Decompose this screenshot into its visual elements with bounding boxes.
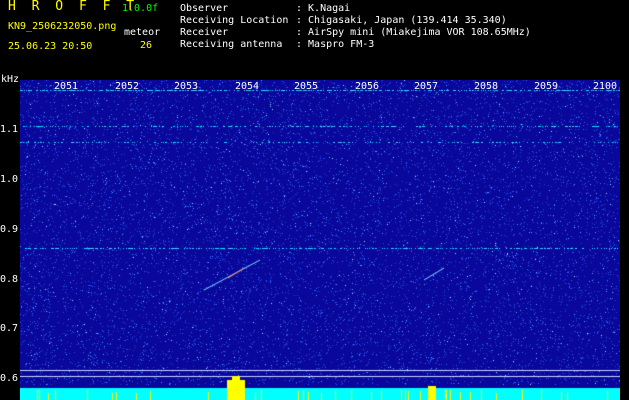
info-label-receiver: Receiver [180,27,229,38]
y-tick-label: 0.9 [0,224,19,235]
info-value-observer: : K.Nagai [296,3,351,14]
spectrogram [20,80,620,400]
file-name: KN9_2506232050.png [8,21,117,32]
x-tick-label: 2058 [474,81,499,92]
x-tick-label: 2051 [54,81,79,92]
info-value-location: : Chigasaki, Japan (139.414 35.340) [296,15,507,26]
x-tick-label: 2053 [174,81,199,92]
y-tick-label: 1.1 [0,124,19,135]
x-tick-label: 2054 [235,81,260,92]
x-tick-label: 2055 [294,81,319,92]
hrofft-window: H R O F F T 1.0.0f KN9_2506232050.png me… [0,0,629,400]
y-tick-label: 0.6 [0,373,19,384]
info-value-receiver: : AirSpy mini (Miakejima VOR 108.65MHz) [296,27,531,38]
y-tick-label: 0.8 [0,274,19,285]
x-tick-label: 2100 [593,81,618,92]
x-tick-label: 2059 [534,81,559,92]
y-tick-label: 0.7 [0,323,19,334]
y-tick-label: 1.0 [0,174,19,185]
x-tick-label: 2057 [414,81,439,92]
app-title: H R O F F T [8,0,139,14]
info-label-observer: Observer [180,3,229,14]
spectrogram-noise [20,80,620,400]
meteor-count: 26 [140,40,153,51]
info-label-antenna: Receiving antenna [180,39,283,50]
info-label-location: Receiving Location [180,15,289,26]
meteor-label: meteor [124,27,161,38]
y-axis-unit: kHz [1,74,20,85]
app-version: 1.0.0f [122,3,159,14]
info-value-antenna: : Maspro FM-3 [296,39,375,50]
x-tick-label: 2056 [355,81,380,92]
date-time: 25.06.23 20:50 [8,41,93,52]
x-tick-label: 2052 [115,81,140,92]
